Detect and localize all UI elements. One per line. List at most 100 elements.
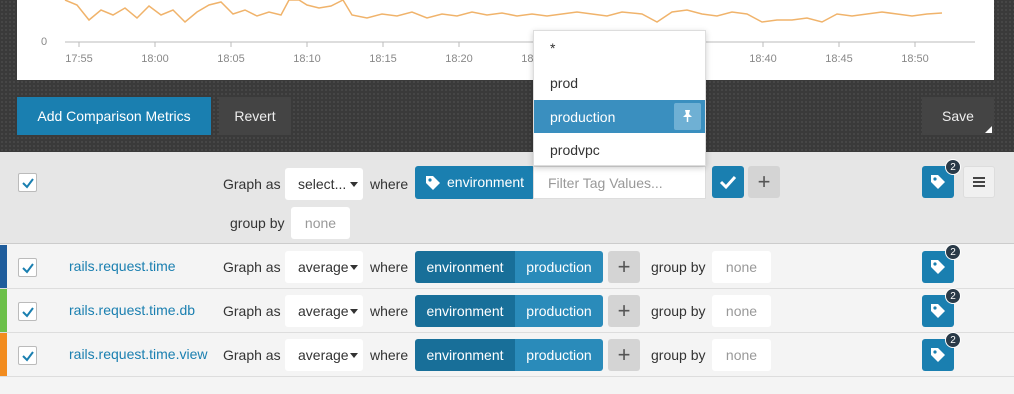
aggregation-select[interactable]: average: [285, 251, 363, 283]
where-label: where: [370, 259, 409, 275]
add-tag-button[interactable]: +: [748, 166, 780, 198]
tag-values-dropdown: * prod production prodvpc: [533, 30, 706, 166]
group-by-select[interactable]: none: [712, 295, 771, 327]
tag-filter-pill[interactable]: environment production: [415, 295, 603, 327]
aggregation-select[interactable]: average: [285, 295, 363, 327]
chevron-down-icon: [350, 265, 358, 270]
tag-key: environment: [415, 339, 515, 371]
group-by-label: group by: [651, 303, 706, 319]
pin-option-button[interactable]: [674, 103, 701, 130]
x-tick-label: 18:40: [749, 53, 777, 65]
option-label: *: [550, 39, 556, 56]
tag-icon: [931, 304, 945, 318]
dropdown-option[interactable]: prodvpc: [534, 133, 705, 166]
add-tag-button[interactable]: +: [608, 251, 640, 283]
graph-as-label: Graph as: [223, 303, 281, 319]
graph-as-label: Graph as: [223, 347, 281, 363]
group-by-select[interactable]: none: [712, 339, 771, 371]
checkmark-icon: [719, 175, 737, 190]
aggregation-value: average: [298, 303, 349, 319]
checkmark-icon: [22, 307, 34, 318]
save-button[interactable]: Save: [922, 97, 994, 135]
option-label: production: [550, 108, 616, 125]
chevron-down-icon: [350, 182, 358, 187]
x-tick-label: 18:20: [445, 53, 473, 65]
tag-icon: [931, 175, 945, 189]
pin-icon: [683, 110, 692, 122]
plus-icon: +: [757, 169, 771, 194]
where-label: where: [370, 303, 409, 319]
dropdown-option-selected[interactable]: production: [534, 100, 705, 133]
group-by-select[interactable]: none: [291, 207, 350, 239]
row-menu-button[interactable]: [963, 166, 995, 198]
tag-key: environment: [415, 251, 515, 283]
plus-icon: +: [617, 254, 631, 279]
tag-filter-pill[interactable]: environment production: [415, 251, 603, 283]
series-color-bar: [0, 289, 7, 332]
group-by-label: group by: [230, 215, 285, 231]
metric-checkbox[interactable]: [18, 346, 37, 365]
x-tick-label: 17:55: [65, 53, 93, 65]
editor-row-checkbox[interactable]: [18, 173, 37, 192]
dropdown-option[interactable]: *: [534, 31, 705, 64]
metric-editor-row: Graph as select... where environment Fil…: [0, 152, 1014, 244]
tag-key-pill[interactable]: environment: [415, 166, 535, 199]
x-tick-label: 18:45: [825, 53, 853, 65]
dropdown-option[interactable]: prod: [534, 66, 705, 99]
aggregation-value: average: [298, 347, 349, 363]
metric-name-link[interactable]: rails.request.time.view: [69, 346, 208, 362]
series-color-bar: [0, 333, 7, 376]
checkmark-icon: [22, 263, 34, 274]
add-tag-button[interactable]: +: [608, 295, 640, 327]
graph-as-label: Graph as: [223, 259, 281, 275]
filter-tag-values-input[interactable]: Filter Tag Values...: [533, 166, 706, 199]
y-tick-label: 0: [41, 36, 47, 48]
series-color-bar: [0, 245, 7, 288]
group-by-label: group by: [651, 259, 706, 275]
option-label: prod: [550, 74, 579, 91]
metric-checkbox[interactable]: [18, 302, 37, 321]
aggregation-select[interactable]: average: [285, 339, 363, 371]
save-button-label: Save: [942, 108, 974, 124]
add-tag-button[interactable]: +: [608, 339, 640, 371]
x-tick-label: 18:00: [141, 53, 169, 65]
x-tick-label: 18:50: [901, 53, 929, 65]
metric-rows: Graph as select... where environment Fil…: [0, 152, 1014, 394]
metric-row: rails.request.time Graph as average wher…: [0, 244, 1014, 289]
metric-name-link[interactable]: rails.request.time: [69, 258, 176, 274]
chart-panel: 0 17:5518:0018:0518:1018:1518:2018:2518:…: [17, 0, 994, 80]
metric-row: rails.request.time.view Graph as average…: [0, 332, 1014, 377]
add-comparison-metrics-button[interactable]: Add Comparison Metrics: [17, 97, 211, 135]
tag-value: production: [515, 295, 603, 327]
tag-key: environment: [415, 295, 515, 327]
confirm-filter-button[interactable]: [712, 166, 744, 198]
metric-name-link[interactable]: rails.request.time.db: [69, 302, 195, 318]
series-line: [64, 0, 943, 24]
revert-button[interactable]: Revert: [219, 97, 291, 135]
aggregation-select[interactable]: select...: [285, 168, 363, 200]
group-by-select[interactable]: none: [712, 251, 771, 283]
tag-value: production: [515, 339, 603, 371]
plus-icon: +: [617, 298, 631, 323]
tag-value: production: [515, 251, 603, 283]
aggregation-value: average: [298, 259, 349, 275]
tag-key-label: environment: [447, 174, 525, 190]
x-tick-label: 18:10: [293, 53, 321, 65]
checkmark-icon: [22, 178, 34, 189]
x-tick-label: 18:15: [369, 53, 397, 65]
time-series-chart: 0 17:5518:0018:0518:1018:1518:2018:2518:…: [41, 0, 975, 65]
tag-filter-pill[interactable]: environment production: [415, 339, 603, 371]
tags-count-badge: 2: [945, 244, 961, 260]
graph-as-label: Graph as: [223, 176, 281, 192]
tag-icon: [426, 176, 440, 190]
aggregation-value: select...: [298, 176, 347, 192]
metric-checkbox[interactable]: [18, 258, 37, 277]
hamburger-icon-line: [973, 177, 985, 179]
where-label: where: [370, 176, 409, 192]
option-label: prodvpc: [550, 141, 600, 158]
tag-icon: [931, 348, 945, 362]
tags-count-badge: 2: [945, 288, 961, 304]
tag-icon: [931, 260, 945, 274]
x-tick-label: 18:05: [217, 53, 245, 65]
metric-row: rails.request.time.db Graph as average w…: [0, 288, 1014, 333]
